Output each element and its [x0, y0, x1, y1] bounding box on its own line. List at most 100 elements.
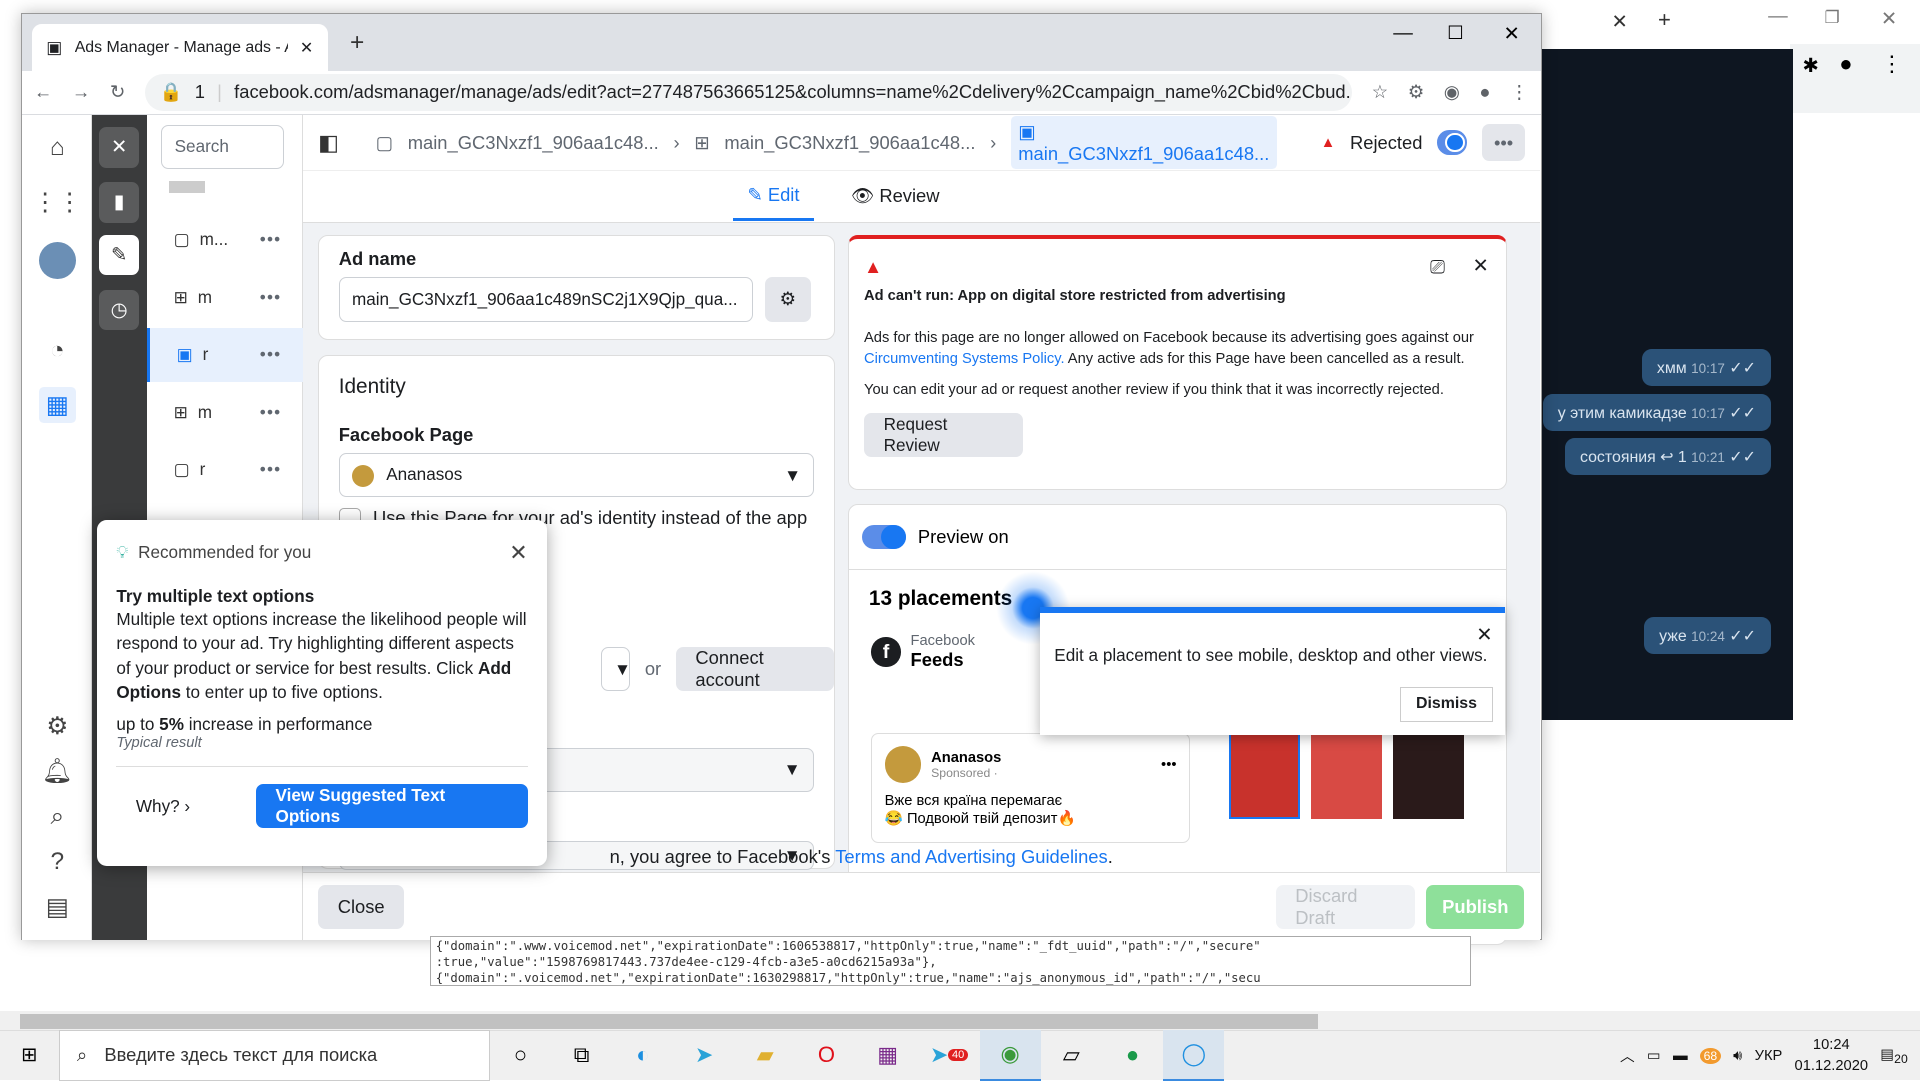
placement-thumbnail[interactable] [1310, 733, 1382, 819]
opera-icon[interactable]: O [796, 1030, 857, 1080]
notepad-icon[interactable]: ▱ [1041, 1030, 1102, 1080]
notification-center-icon[interactable]: ▤20 [1880, 1046, 1908, 1066]
tree-row[interactable]: ⊞ m ••• [147, 385, 304, 439]
connect-account-button[interactable]: Connect account [675, 647, 834, 692]
profile-icon[interactable]: ● [1839, 51, 1852, 77]
maximize-icon[interactable]: ☐ [1447, 22, 1463, 44]
network-icon[interactable]: ▭ [1647, 1047, 1661, 1064]
app-icon[interactable]: ◯ [1163, 1030, 1225, 1081]
browser-tab[interactable]: ▣ Ads Manager - Manage ads - Ad ✕ [31, 24, 328, 71]
puzzle-icon[interactable]: ✱ [1802, 54, 1818, 78]
menu-icon[interactable]: ⋮ [1881, 51, 1903, 77]
close-button[interactable]: Close [318, 884, 405, 929]
settings-button[interactable]: ⚙ [764, 277, 811, 322]
winrar-icon[interactable]: ▦ [857, 1030, 918, 1080]
more-icon[interactable]: ••• [260, 229, 282, 250]
placement-thumbnail[interactable] [1393, 733, 1465, 819]
more-icon[interactable]: ••• [260, 344, 282, 365]
cortana-icon[interactable]: ○ [490, 1030, 551, 1080]
breadcrumb-campaign[interactable]: main_GC3Nxzf1_906aa1c48... [408, 132, 659, 154]
new-tab-icon[interactable]: + [350, 29, 364, 57]
publish-button[interactable]: Publish [1426, 884, 1525, 929]
menu-icon[interactable]: ⋮ [1510, 81, 1528, 103]
policy-link[interactable]: Circumventing Systems Policy. [864, 351, 1065, 367]
apps-grid-icon[interactable]: ⋮⋮ [33, 183, 82, 220]
facebook-page-select[interactable]: Ananasos ▼ [338, 453, 815, 498]
plus-icon[interactable]: + [1658, 7, 1671, 33]
tree-scrollbar[interactable] [168, 180, 206, 194]
preview-toggle[interactable] [861, 524, 906, 550]
avatar[interactable] [38, 242, 76, 279]
close-icon[interactable]: ✕ [509, 540, 527, 566]
placement-thumbnail[interactable] [1228, 733, 1300, 819]
dropdown-icon[interactable]: ▼ [600, 647, 631, 692]
star-icon[interactable]: ☆ [1372, 81, 1388, 103]
restore-icon[interactable]: ❐ [1825, 7, 1840, 28]
terms-link[interactable]: Terms and Advertising Guidelines [835, 846, 1107, 867]
tab-edit[interactable]: ✎ Edit [732, 172, 815, 222]
telegram-icon[interactable]: ➤ [673, 1030, 734, 1080]
extension-icon[interactable]: ⚙ [1408, 81, 1424, 103]
clock[interactable]: 10:24 01.12.2020 [1795, 1035, 1869, 1077]
minimize-icon[interactable]: — [1393, 22, 1413, 45]
dismiss-button[interactable]: Dismiss [1400, 686, 1493, 722]
more-options-button[interactable]: ••• [1481, 124, 1526, 161]
explorer-icon[interactable]: ▰ [735, 1030, 796, 1080]
address-bar[interactable]: 🔒 1 | facebook.com/adsmanager/manage/ads… [144, 73, 1353, 111]
close-icon[interactable]: ✕ [1611, 10, 1627, 34]
ad-preview-post[interactable]: Ananasos Sponsored · ••• Вже вся країна п… [871, 733, 1190, 844]
horizontal-scrollbar[interactable] [0, 1011, 1920, 1031]
language-indicator[interactable]: УКР [1755, 1048, 1783, 1064]
tree-row-selected[interactable]: ▣ r ••• [146, 327, 304, 382]
ad-toggle[interactable] [1437, 130, 1468, 155]
json-textarea[interactable]: {"domain":".www.voicemod.net","expiratio… [429, 935, 1471, 986]
dashboard-icon[interactable]: ◔ [39, 333, 76, 370]
go-app-icon[interactable]: ● [1102, 1030, 1163, 1080]
tree-search-input[interactable]: Search [161, 124, 284, 169]
tree-row[interactable]: ⊞ m ••• [147, 270, 304, 324]
telegram-badge-icon[interactable]: ➤ 40 [918, 1030, 979, 1080]
clock-icon[interactable]: ◷ [98, 289, 140, 331]
edge-icon[interactable]: ◐ [612, 1030, 673, 1080]
close-tab-icon[interactable]: ✕ [300, 38, 313, 58]
minimize-icon[interactable]: — [1768, 5, 1788, 28]
battery-icon[interactable]: ▬ [1673, 1048, 1688, 1064]
tab-review[interactable]: 👁︎ Review [851, 185, 940, 207]
panel-toggle-icon[interactable]: ◧ [318, 130, 339, 156]
tree-row[interactable]: ▢ r ••• [147, 443, 304, 497]
more-icon[interactable]: ••• [260, 459, 282, 480]
view-suggested-text-button[interactable]: View Suggested Text Options [255, 784, 528, 829]
forward-icon[interactable]: → [72, 81, 90, 103]
home-icon[interactable]: ⌂ [39, 130, 76, 167]
discard-draft-button[interactable]: Discard Draft [1275, 884, 1416, 929]
more-icon[interactable]: ••• [260, 287, 282, 308]
help-icon[interactable]: ? [39, 843, 76, 880]
settings-icon[interactable]: ⚙ [39, 708, 76, 745]
windows-start-icon[interactable]: ⊞ [0, 1030, 59, 1080]
back-icon[interactable]: ← [34, 81, 52, 103]
search-icon[interactable]: ⌕ [39, 798, 76, 835]
breadcrumb-ad[interactable]: ▣ main_GC3Nxzf1_906aa1c48... [1010, 115, 1277, 170]
why-link[interactable]: Why? › [136, 796, 190, 817]
close-icon[interactable]: ✕ [98, 127, 140, 168]
breadcrumb-adset[interactable]: main_GC3Nxzf1_906aa1c48... [724, 132, 975, 154]
more-icon[interactable]: ••• [260, 402, 282, 423]
reload-icon[interactable]: ↻ [110, 81, 125, 103]
chrome-icon[interactable]: ◉ [979, 1030, 1041, 1081]
chart-icon[interactable]: ▮ [98, 182, 140, 223]
bell-icon[interactable]: 🔔︎ [39, 753, 76, 790]
more-icon[interactable]: ••• [1161, 757, 1176, 773]
report-icon[interactable]: ▤ [39, 889, 76, 926]
tree-row[interactable]: ▢ m... ••• [147, 213, 304, 267]
pencil-icon[interactable]: ✎ [98, 234, 140, 276]
close-icon[interactable]: ✕ [1476, 623, 1492, 647]
close-icon[interactable]: ✕ [1473, 254, 1489, 278]
close-window-icon[interactable]: ✕ [1881, 7, 1897, 31]
table-icon[interactable]: ▦ [38, 386, 76, 424]
request-review-button[interactable]: Request Review [864, 412, 1024, 457]
profile-icon[interactable]: ● [1479, 81, 1490, 103]
task-view-icon[interactable]: ⧉ [551, 1030, 612, 1080]
chevron-up-icon[interactable]: ︿ [1620, 1045, 1635, 1066]
close-window-icon[interactable]: ✕ [1503, 22, 1519, 46]
cookie-icon[interactable]: ◉ [1444, 81, 1460, 103]
